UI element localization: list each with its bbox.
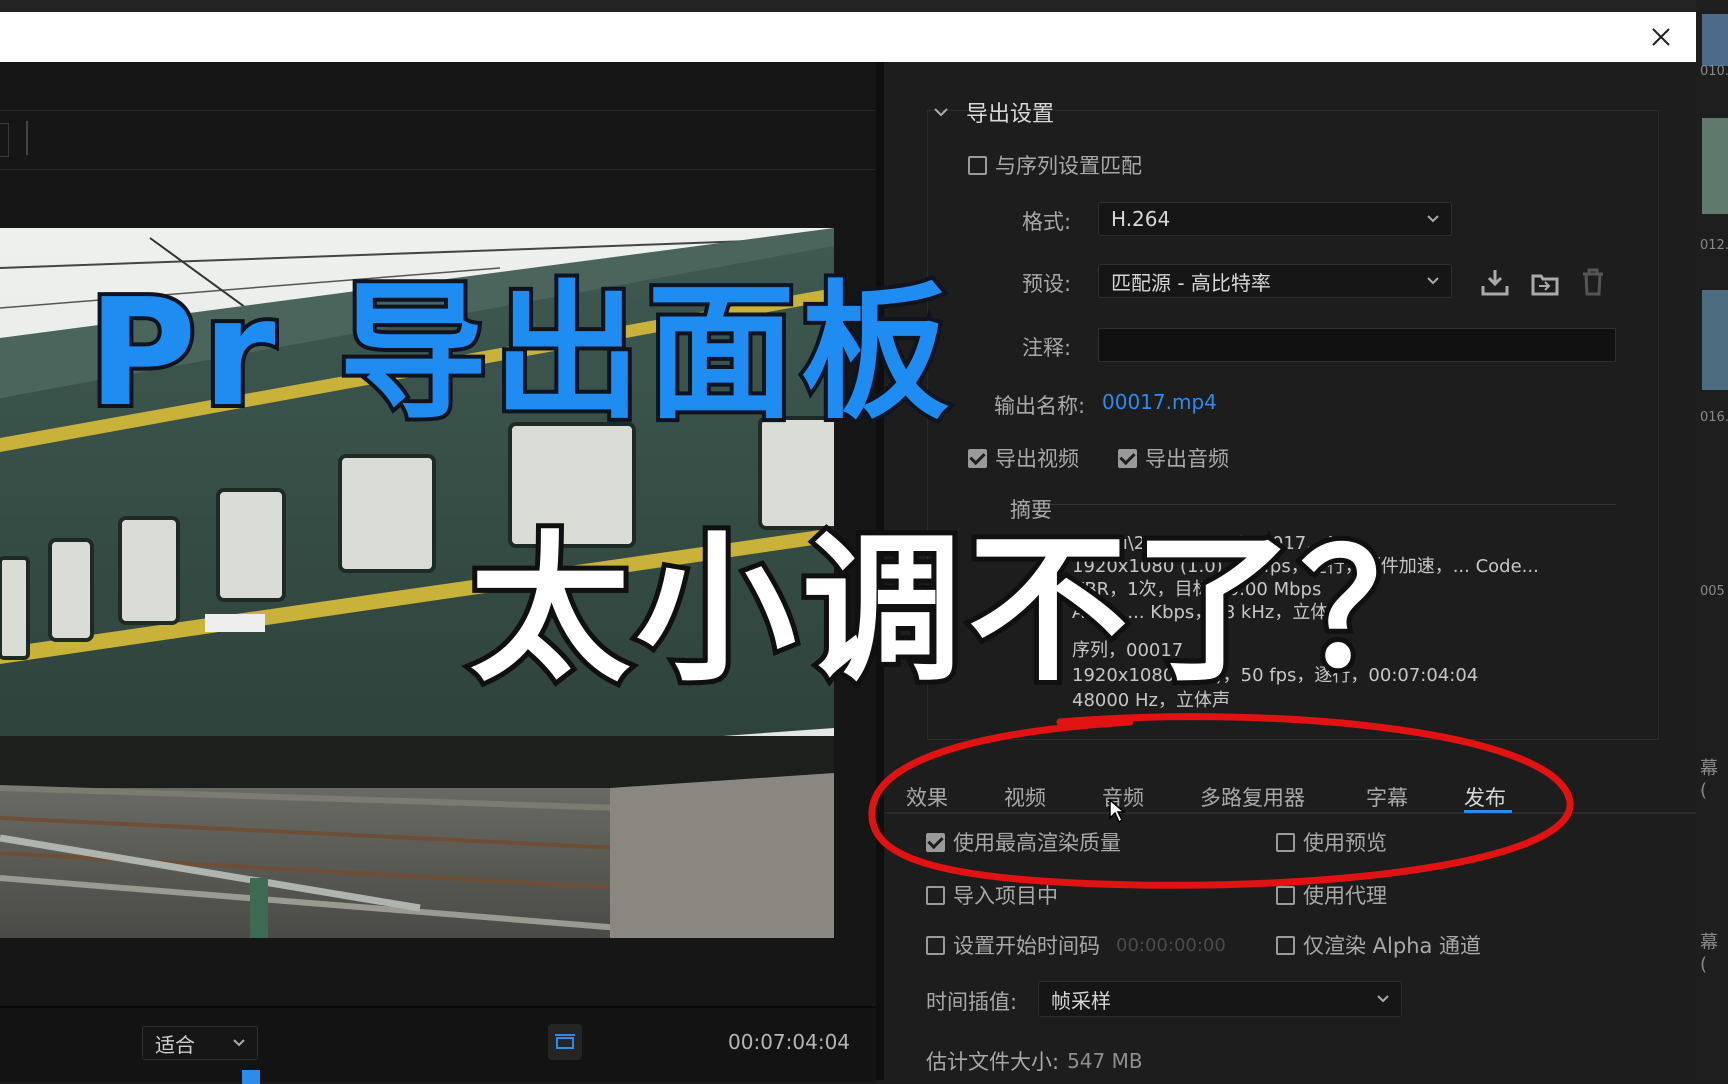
file-size-value: 547 MB (1067, 1049, 1143, 1073)
chevron-down-icon (1427, 215, 1439, 223)
red-annotation-ellipse (868, 713, 1574, 889)
set-start-timecode-label: 设置开始时间码 (953, 934, 1100, 958)
toolbar-control[interactable] (0, 123, 9, 157)
clip-thumbnail[interactable] (1702, 290, 1728, 390)
clip-thumbnail[interactable] (1702, 14, 1728, 66)
export-settings-title: 导出设置 (966, 102, 1055, 127)
download-icon (1481, 270, 1509, 296)
preset-label: 预设: (1022, 272, 1072, 296)
chevron-down-icon (934, 108, 948, 117)
clip-label: 010. (1700, 64, 1728, 79)
format-dropdown[interactable]: H.264 (1098, 202, 1452, 236)
match-sequence-label: 与序列设置匹配 (995, 154, 1142, 178)
trash-icon (1583, 268, 1603, 296)
save-preset-button[interactable] (1480, 268, 1510, 300)
comment-label: 注释: (1022, 336, 1072, 360)
preview-bottom-bar: 适合 00:07:04:04 (0, 1006, 876, 1084)
export-audio-label: 导出音频 (1145, 447, 1229, 471)
export-video-box[interactable] (968, 448, 987, 468)
file-size-label: 估计文件大小: (926, 1050, 1060, 1074)
delete-preset-button[interactable] (1580, 268, 1606, 300)
toolbar-divider (26, 121, 28, 155)
clip-label: 幕 ( (1700, 932, 1718, 975)
comment-input[interactable] (1098, 328, 1616, 362)
start-timecode-field[interactable]: 00:00:00:00 (1116, 935, 1226, 956)
clip-label: 016. (1700, 410, 1728, 425)
clip-label: 005 (1700, 584, 1725, 599)
set-start-timecode-box[interactable] (926, 935, 945, 955)
match-sequence-box[interactable] (968, 155, 987, 175)
dialog-title-bar (0, 12, 1698, 62)
match-sequence-checkbox[interactable]: 与序列设置匹配 (968, 150, 1142, 180)
preset-dropdown[interactable]: 匹配源 - 高比特率 (1098, 264, 1452, 298)
overlay-title-line2: 太小调不了？ (465, 511, 1467, 708)
preset-value: 匹配源 - 高比特率 (1111, 270, 1271, 295)
format-value: H.264 (1111, 207, 1171, 231)
render-alpha-only-box[interactable] (1276, 935, 1295, 955)
format-label: 格式: (1022, 210, 1072, 234)
fit-dropdown[interactable]: 适合 (142, 1026, 258, 1060)
output-name-label: 输出名称: (994, 394, 1086, 418)
folder-import-icon (1531, 274, 1559, 296)
export-settings-header[interactable]: 导出设置 (934, 96, 1054, 128)
clip-label: 012. (1700, 238, 1728, 253)
clip-label: 幕 ( (1700, 758, 1718, 801)
output-name-link[interactable]: 00017.mp4 (1102, 390, 1217, 414)
top-dark-band (0, 0, 1728, 12)
fit-dropdown-value: 适合 (155, 1032, 195, 1057)
preview-toolbar (0, 110, 876, 170)
render-alpha-only-checkbox[interactable]: 仅渲染 Alpha 通道 (1276, 930, 1481, 960)
export-audio-box[interactable] (1118, 448, 1137, 468)
file-size-row: 估计文件大小: 547 MB (926, 1046, 1143, 1076)
clip-thumbnail[interactable] (1702, 118, 1728, 214)
chevron-down-icon (1427, 277, 1439, 285)
export-video-checkbox[interactable]: 导出视频 (968, 443, 1079, 473)
close-icon (1652, 28, 1670, 46)
export-audio-checkbox[interactable]: 导出音频 (1118, 443, 1229, 473)
import-preset-button[interactable] (1530, 268, 1560, 300)
render-alpha-only-label: 仅渲染 Alpha 通道 (1303, 934, 1482, 958)
close-button[interactable] (1636, 12, 1686, 62)
export-video-label: 导出视频 (995, 447, 1079, 471)
fit-frame-button[interactable] (548, 1024, 582, 1060)
time-interpolation-label: 时间插值: (926, 990, 1018, 1014)
fit-frame-icon (555, 1034, 575, 1049)
time-interpolation-value: 帧采样 (1051, 988, 1111, 1013)
time-interpolation-dropdown[interactable]: 帧采样 (1038, 981, 1402, 1017)
preview-timecode: 00:07:04:04 (728, 1030, 851, 1054)
playhead-marker[interactable] (242, 1070, 260, 1084)
overlay-title-line1: Pr 导出面板 (84, 263, 955, 443)
chevron-down-icon (1377, 995, 1389, 1003)
chevron-down-icon (233, 1039, 245, 1047)
set-start-timecode-checkbox[interactable]: 设置开始时间码 00:00:00:00 (926, 930, 1226, 960)
